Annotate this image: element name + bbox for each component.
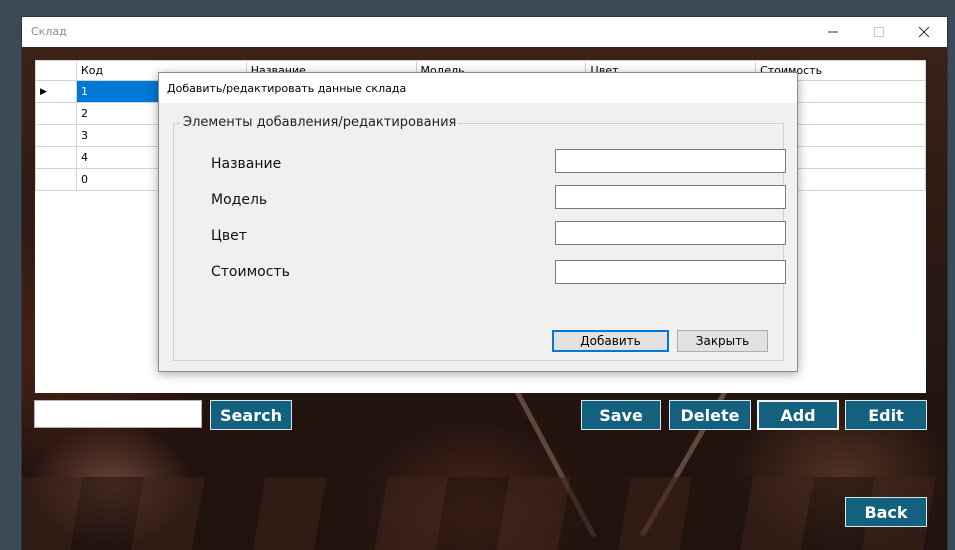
maximize-icon: [874, 27, 884, 37]
model-field[interactable]: [555, 185, 786, 209]
row-header-corner[interactable]: [35, 60, 77, 81]
dialog-title: Добавить/редактировать данные склада: [167, 82, 407, 95]
minimize-button[interactable]: [810, 17, 856, 47]
row-pointer-icon: ▶: [40, 86, 47, 97]
name-field[interactable]: [555, 149, 786, 173]
color-field[interactable]: [555, 221, 786, 245]
edit-dialog: Добавить/редактировать данные склада Эле…: [158, 72, 798, 372]
dialog-add-button[interactable]: Добавить: [552, 330, 669, 352]
row-header[interactable]: [35, 102, 77, 125]
close-icon: [919, 27, 929, 37]
row-header[interactable]: [35, 168, 77, 191]
row-header[interactable]: [35, 146, 77, 169]
window-title: Склад: [31, 25, 67, 38]
fields-groupbox: Элементы добавления/редактирования Назва…: [173, 115, 786, 361]
edit-button[interactable]: Edit: [845, 400, 927, 430]
row-header[interactable]: [35, 124, 77, 147]
back-button[interactable]: Back: [845, 497, 927, 527]
color-label: Цвет: [211, 228, 247, 244]
search-input[interactable]: [34, 400, 202, 428]
minimize-icon: [828, 31, 838, 33]
background-decoration: [22, 477, 947, 550]
dialog-titlebar[interactable]: Добавить/редактировать данные склада: [159, 73, 797, 103]
save-button[interactable]: Save: [581, 400, 661, 430]
dialog-close-button[interactable]: Закрыть: [677, 330, 768, 352]
model-label: Модель: [211, 192, 268, 208]
name-label: Название: [211, 156, 282, 172]
close-button[interactable]: [901, 17, 947, 47]
groupbox-title: Элементы добавления/редактирования: [181, 115, 459, 130]
add-button[interactable]: Add: [757, 400, 839, 430]
cost-field[interactable]: [555, 260, 786, 284]
cost-label: Стоимость: [211, 264, 290, 280]
search-button[interactable]: Search: [210, 400, 292, 430]
window-titlebar[interactable]: Склад: [22, 17, 947, 47]
row-header[interactable]: ▶: [35, 80, 77, 103]
delete-button[interactable]: Delete: [669, 400, 751, 430]
maximize-button[interactable]: [856, 17, 902, 47]
